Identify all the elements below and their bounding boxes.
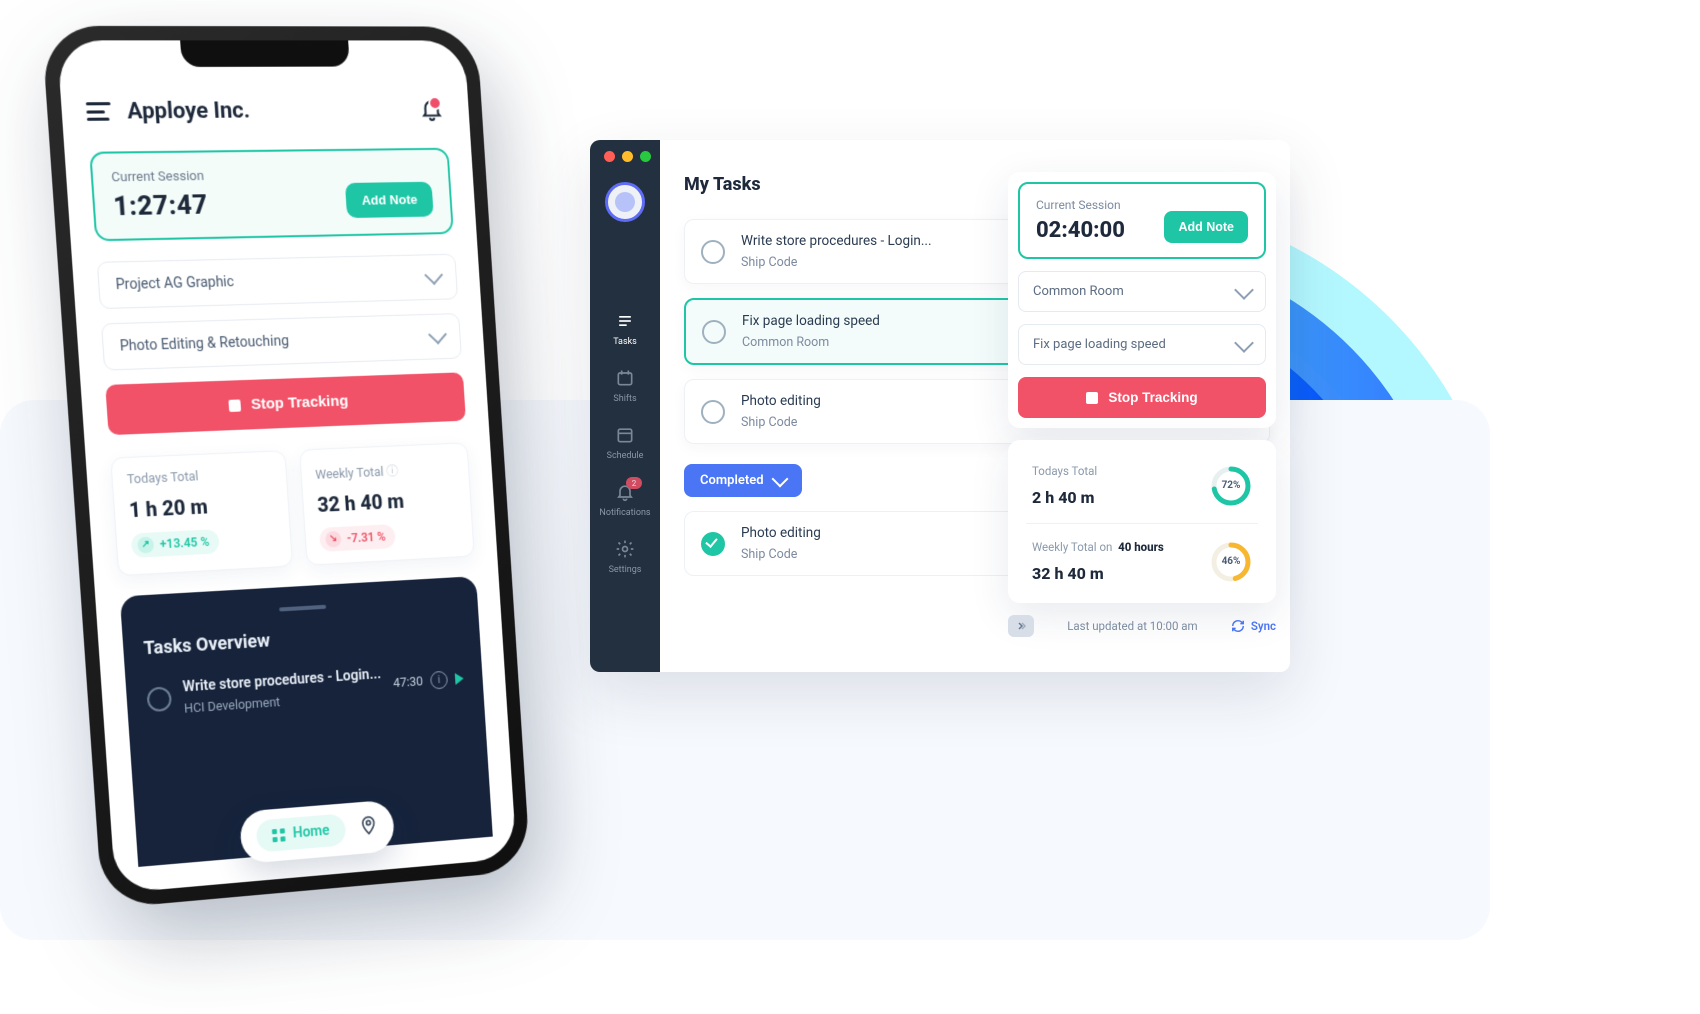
stat-label: Todays Total <box>127 466 273 488</box>
expand-button[interactable] <box>1008 615 1034 637</box>
notifications-icon[interactable] <box>416 94 447 124</box>
task-checkbox[interactable] <box>701 400 725 424</box>
stop-icon <box>229 399 242 412</box>
task-checkbox[interactable] <box>146 686 172 712</box>
task-select[interactable]: Fix page loading speed <box>1018 324 1266 365</box>
sidebar-item-shifts[interactable]: Shifts <box>613 367 636 404</box>
weekly-stat: Weekly Total ⓘ 32 h 40 m ↘-7.31 % <box>299 442 475 565</box>
chevron-down-icon <box>1234 280 1254 300</box>
stat-label: Weekly Total ⓘ <box>315 458 456 483</box>
stat-value: 1 h 20 m <box>128 491 275 522</box>
home-tab[interactable]: Home <box>255 813 346 852</box>
maximize-icon[interactable] <box>640 151 651 162</box>
location-icon[interactable] <box>358 815 379 840</box>
company-title: Apploye Inc. <box>126 97 418 124</box>
sidebar-label: Schedule <box>607 451 644 461</box>
session-card: Current Session 1:27:47 Add Note <box>89 148 454 242</box>
progress-ring-today: 72% <box>1210 465 1252 507</box>
stat-label: Todays Total <box>1032 464 1097 478</box>
project-select[interactable]: Project AG Graphic <box>97 254 458 309</box>
phone-notch <box>180 40 350 67</box>
session-label: Current Session <box>111 169 207 186</box>
phone-mockup: Apploye Inc. Current Session 1:27:47 Add… <box>41 26 530 909</box>
task-row[interactable]: Write store procedures - Login... HCI De… <box>146 660 465 719</box>
task-checkbox[interactable] <box>702 320 726 344</box>
sidebar-label: Tasks <box>613 337 637 347</box>
activity-select[interactable]: Photo Editing & Retouching <box>101 313 462 371</box>
session-label: Current Session <box>1036 198 1125 212</box>
sync-button[interactable]: Sync <box>1231 619 1276 633</box>
page-title: My Tasks <box>684 174 761 195</box>
stat-value: 32 h 40 m <box>317 486 458 517</box>
session-panel: Current Session 02:40:00 Add Note Common… <box>1008 172 1276 637</box>
panel-footer: Last updated at 10:00 am Sync <box>1008 615 1276 637</box>
chevron-down-icon <box>424 265 443 285</box>
task-checkbox-done[interactable] <box>701 532 725 556</box>
avatar[interactable] <box>605 182 645 222</box>
sidebar-item-notifications[interactable]: Notifications <box>599 481 650 518</box>
window-controls <box>604 151 651 162</box>
sidebar-label: Settings <box>609 565 642 575</box>
stat-delta-down: ↘-7.31 % <box>319 524 396 552</box>
notification-badge <box>428 96 442 110</box>
stat-delta-up: ↗+13.45 % <box>131 529 220 558</box>
chevron-down-icon <box>771 471 788 488</box>
sidebar-label: Shifts <box>613 394 636 404</box>
session-time: 02:40:00 <box>1036 218 1125 243</box>
add-note-button[interactable]: Add Note <box>1164 211 1248 243</box>
progress-ring-weekly: 46% <box>1210 541 1252 583</box>
minimize-icon[interactable] <box>622 151 633 162</box>
stats-card: Todays Total 2 h 40 m 72% Weekly Total o… <box>1008 440 1276 603</box>
home-icon <box>272 828 286 842</box>
chevron-down-icon <box>428 325 447 345</box>
chevron-down-icon <box>1234 333 1254 353</box>
sidebar-label: Notifications <box>599 508 650 518</box>
stat-value: 2 h 40 m <box>1032 488 1097 507</box>
stop-tracking-button[interactable]: Stop Tracking <box>105 372 466 435</box>
last-updated: Last updated at 10:00 am <box>1067 619 1197 633</box>
completed-toggle[interactable]: Completed <box>684 464 802 497</box>
gear-icon <box>614 538 636 560</box>
close-icon[interactable] <box>604 151 615 162</box>
stop-icon <box>1086 392 1098 404</box>
drag-handle[interactable] <box>279 604 326 611</box>
sidebar-item-schedule[interactable]: Schedule <box>607 424 644 461</box>
info-icon[interactable]: i <box>430 671 448 690</box>
sidebar: Tasks Shifts Schedule <box>590 140 660 672</box>
session-time: 1:27:47 <box>112 190 209 222</box>
schedule-icon <box>614 424 636 446</box>
bottom-nav: Home <box>239 800 395 864</box>
stat-value: 32 h 40 m <box>1032 564 1164 583</box>
play-icon[interactable] <box>455 673 464 685</box>
task-time: 47:30 <box>393 674 424 691</box>
menu-icon[interactable] <box>86 102 112 121</box>
stop-tracking-button[interactable]: Stop Tracking <box>1018 377 1266 418</box>
current-session-card: Current Session 02:40:00 Add Note <box>1018 182 1266 259</box>
sidebar-item-settings[interactable]: Settings <box>609 538 642 575</box>
today-stat: Todays Total 1 h 20 m ↗+13.45 % <box>110 450 293 576</box>
task-checkbox[interactable] <box>701 240 725 264</box>
tasks-icon <box>614 310 636 332</box>
sidebar-item-tasks[interactable]: Tasks <box>613 310 637 347</box>
tasks-overview-title: Tasks Overview <box>143 618 461 659</box>
bell-icon <box>614 481 636 503</box>
stat-label: Weekly Total on 40 hours <box>1032 540 1164 554</box>
project-select[interactable]: Common Room <box>1018 271 1266 312</box>
add-note-button[interactable]: Add Note <box>345 182 434 218</box>
shifts-icon <box>614 367 636 389</box>
